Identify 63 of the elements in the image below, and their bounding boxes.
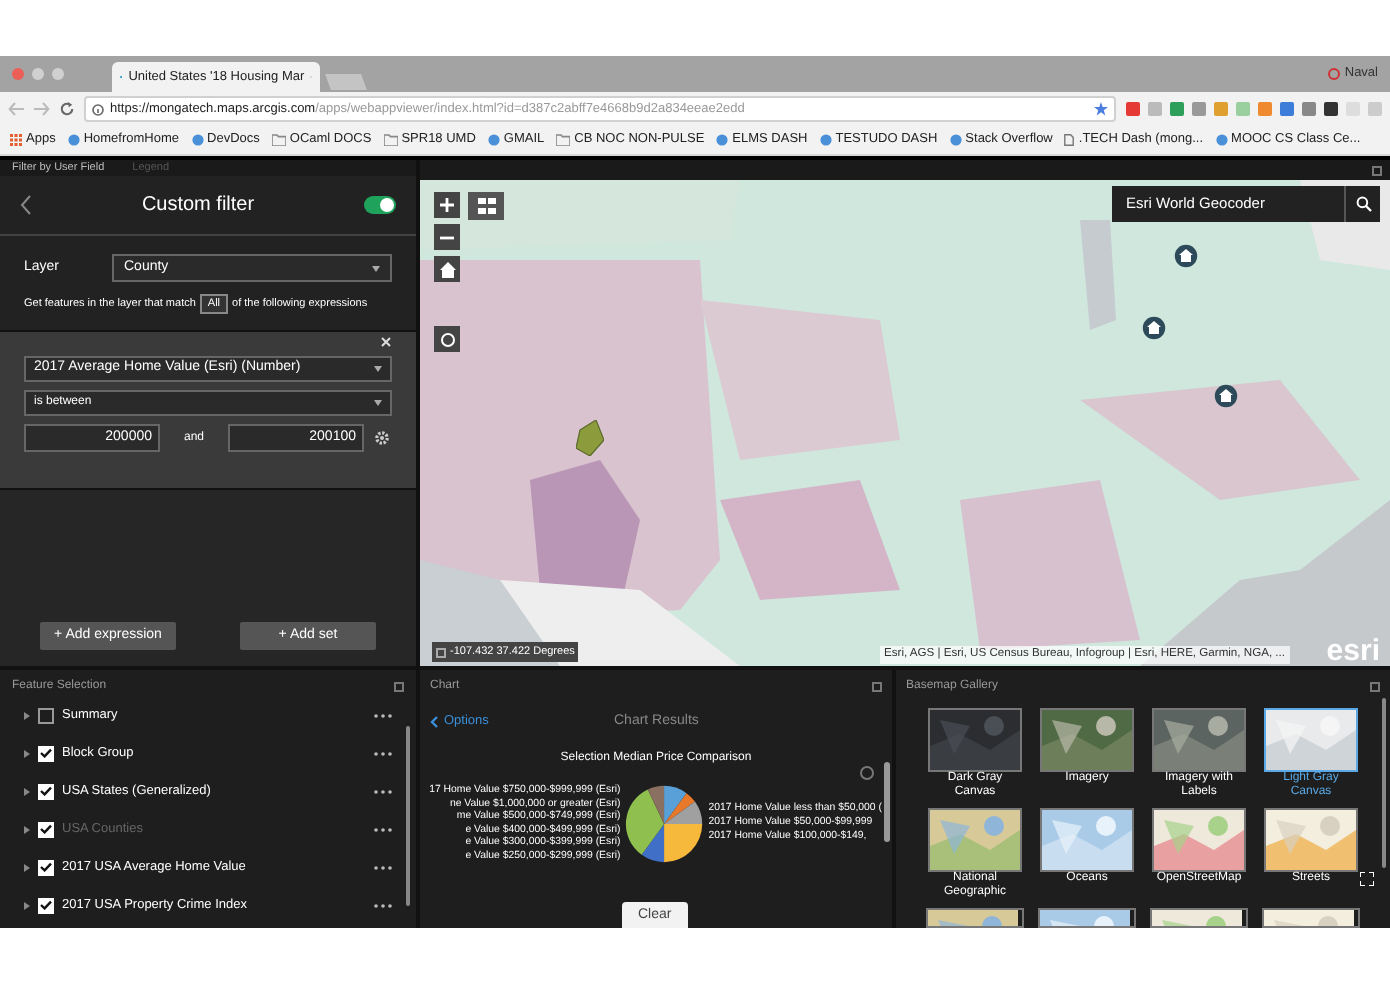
circle-icon: [439, 331, 455, 347]
minus-icon: [440, 235, 454, 239]
expand-icon[interactable]: [24, 787, 30, 795]
expand-icon[interactable]: [24, 711, 30, 719]
site-icon: [1215, 134, 1228, 146]
toggle-switch[interactable]: [364, 196, 396, 214]
coordinate-toggle-icon[interactable]: [436, 647, 446, 657]
site-icon: [949, 134, 962, 146]
caret-icon: [374, 400, 382, 406]
checkbox[interactable]: [38, 745, 54, 761]
scrollbar[interactable]: [884, 762, 890, 842]
info-icon[interactable]: [92, 103, 104, 115]
reload-icon[interactable]: [60, 102, 74, 116]
folder-icon: [271, 134, 286, 146]
house-marker-icon: [1214, 384, 1238, 408]
site-icon: [67, 134, 80, 146]
zoom-out-button[interactable]: [434, 224, 460, 250]
scrollbar[interactable]: [1382, 698, 1386, 868]
maximize-icon[interactable]: [394, 682, 404, 692]
maximize-icon[interactable]: [1370, 682, 1380, 692]
caret-icon: [372, 265, 380, 271]
expand-icon[interactable]: [24, 749, 30, 757]
site-icon: [191, 134, 204, 146]
basemap-button[interactable]: [468, 192, 504, 220]
site-icon: [819, 134, 832, 146]
back-icon[interactable]: [20, 194, 32, 216]
user-icon: [1328, 68, 1341, 80]
caret-icon: [374, 366, 382, 372]
locate-button[interactable]: [434, 326, 460, 352]
site-icon: [716, 134, 729, 146]
zoom-in-button[interactable]: [434, 192, 460, 218]
pie-chart-drawing: [624, 781, 705, 865]
zoom-icon[interactable]: [860, 765, 874, 779]
site-icon: [487, 134, 500, 146]
apps-grid-icon: [10, 134, 22, 146]
expand-icon[interactable]: [24, 863, 30, 871]
home-button[interactable]: [434, 256, 460, 282]
expand-icon[interactable]: [24, 825, 30, 833]
checkbox[interactable]: [38, 897, 54, 913]
fullscreen-icon[interactable]: [1360, 872, 1374, 886]
expand-icon[interactable]: [24, 901, 30, 909]
panel-title: Custom filter: [139, 192, 257, 220]
selected-area-shape: [576, 420, 604, 456]
house-marker-icon: [1142, 316, 1166, 340]
checkbox[interactable]: [38, 783, 54, 799]
folder-icon: [383, 134, 398, 146]
maximize-icon[interactable]: [1372, 165, 1382, 175]
folder-icon: [556, 134, 571, 146]
page-icon: [1064, 134, 1075, 146]
close-icon[interactable]: [380, 336, 392, 348]
map-logo: esri: [1326, 636, 1380, 666]
home-icon: [439, 261, 455, 277]
scrollbar[interactable]: [406, 726, 410, 906]
star-icon[interactable]: [1094, 102, 1108, 116]
checkbox[interactable]: [38, 859, 54, 875]
settings-icon[interactable]: [374, 430, 390, 446]
search-icon: [1355, 196, 1371, 212]
checkbox[interactable]: [38, 707, 54, 723]
house-marker-icon: [1174, 244, 1198, 268]
plus-icon: [440, 198, 454, 212]
maximize-icon[interactable]: [872, 682, 882, 692]
grid-icon: [477, 198, 495, 214]
chevron-icon: [430, 716, 438, 729]
